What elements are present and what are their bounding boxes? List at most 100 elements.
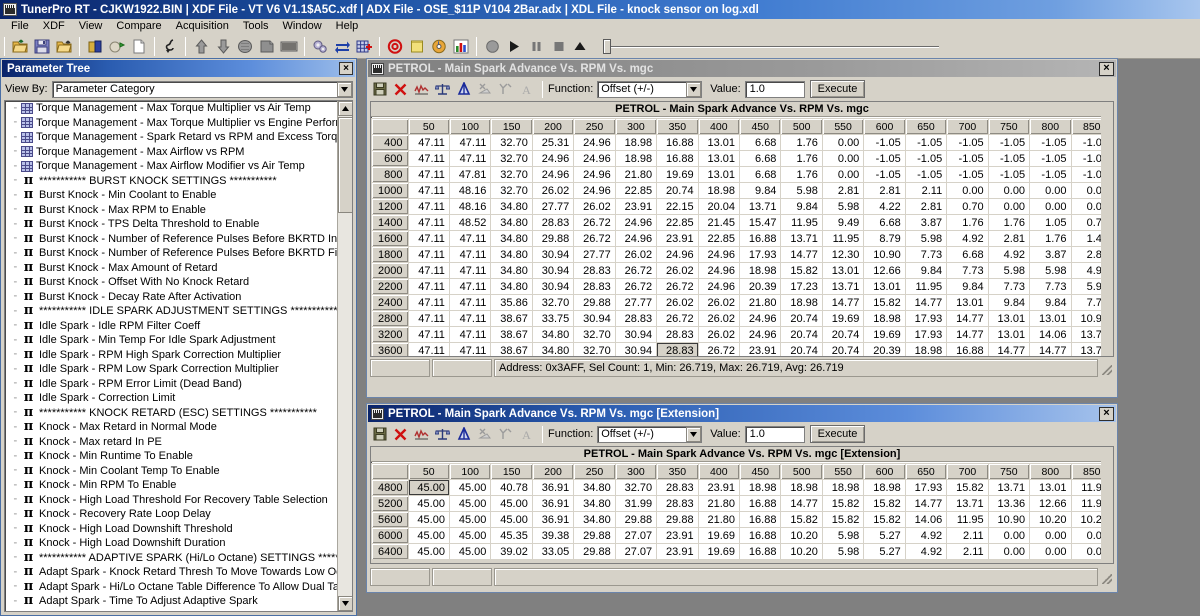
table-cell[interactable]: 11.95 — [947, 512, 988, 527]
table-cell[interactable]: 4.22 — [864, 199, 905, 214]
save-as-icon[interactable] — [53, 36, 75, 57]
table-cell[interactable]: 21.80 — [615, 167, 657, 182]
table-cell[interactable]: 47.11 — [408, 295, 449, 310]
row-header[interactable]: 1600 — [372, 231, 408, 246]
table-cell[interactable]: 2.81 — [988, 231, 1030, 246]
table-cell[interactable]: 24.96 — [698, 263, 739, 278]
table-cell[interactable]: 47.11 — [408, 215, 449, 230]
tree-item[interactable]: ╶ Torque Management - Spark Retard vs RPM… — [5, 130, 337, 145]
table-cell[interactable]: 0.00 — [988, 528, 1030, 543]
table-cell[interactable]: -1.05 — [905, 151, 947, 166]
slider-thumb[interactable] — [603, 39, 611, 54]
table-cell[interactable]: 9.84 — [740, 183, 781, 198]
table-cell[interactable]: 10.20 — [781, 528, 822, 543]
table-cell[interactable]: 4.92 — [905, 544, 947, 559]
table-row[interactable]: 2800 47.11 47.11 38.67 33.75 30.94 28.83 26.72 2… — [372, 311, 1112, 326]
graph-icon[interactable] — [411, 424, 432, 444]
table-cell[interactable]: 4.92 — [988, 247, 1030, 262]
table-cell[interactable]: 14.77 — [947, 327, 988, 342]
table-cell[interactable]: 13.01 — [698, 151, 739, 166]
table-cell[interactable]: -1.05 — [947, 151, 988, 166]
table-cell[interactable]: -1.05 — [988, 135, 1030, 150]
table-cell[interactable]: 7.73 — [1030, 279, 1071, 294]
table-cell[interactable]: 45.00 — [408, 512, 449, 527]
table-cell[interactable]: 9.84 — [781, 199, 822, 214]
table-cell[interactable]: 45.00 — [408, 496, 449, 511]
table-cell[interactable]: 19.69 — [822, 311, 864, 326]
table-cell[interactable]: 6.68 — [740, 151, 781, 166]
menu-item-help[interactable]: Help — [329, 19, 366, 34]
table-cell[interactable]: 16.88 — [740, 496, 781, 511]
table-cell[interactable]: 26.72 — [657, 279, 698, 294]
compare-icon[interactable] — [453, 79, 474, 99]
table-cell[interactable]: 47.11 — [408, 343, 449, 356]
column-header[interactable]: 550 — [822, 119, 864, 134]
column-header[interactable]: 400 — [698, 464, 739, 479]
table-row[interactable]: 5200 45.00 45.00 45.00 36.91 34.80 31.99 28.83 2… — [372, 496, 1112, 511]
table-cell[interactable]: 34.80 — [491, 231, 532, 246]
table-cell[interactable]: 15.82 — [822, 512, 864, 527]
table-cell[interactable]: 32.70 — [574, 343, 615, 356]
tree-item[interactable]: ╶ π Knock - Max retard In PE — [5, 435, 337, 450]
table-cell[interactable]: 47.11 — [408, 231, 449, 246]
table-cell[interactable]: 45.00 — [408, 480, 449, 495]
table-cell[interactable]: 24.96 — [532, 167, 574, 182]
table-cell[interactable]: 47.11 — [408, 199, 449, 214]
table-cell[interactable]: 21.80 — [698, 512, 739, 527]
table-cell[interactable]: 9.84 — [905, 263, 947, 278]
table-row[interactable]: 1600 47.11 47.11 34.80 29.88 26.72 24.96 23.91 2… — [372, 231, 1112, 246]
table-cell[interactable]: 47.11 — [408, 263, 449, 278]
table-cell[interactable]: 22.85 — [657, 215, 698, 230]
table-cell[interactable]: 26.72 — [615, 263, 657, 278]
table-cell[interactable]: 45.35 — [491, 528, 532, 543]
table-cell[interactable]: 48.52 — [449, 215, 491, 230]
tree-item[interactable]: ╶ Torque Management - Max Airflow vs RPM — [5, 145, 337, 160]
data-table[interactable]: 50 100 150 200 250 300 350 400 450 500 550 600 650 70… — [371, 463, 1113, 560]
table-cell[interactable]: 47.11 — [449, 311, 491, 326]
row-header[interactable]: 800 — [372, 167, 408, 182]
table-cell[interactable]: 5.27 — [864, 528, 905, 543]
table-cell[interactable]: 0.00 — [1030, 528, 1071, 543]
table-cell[interactable]: 1.76 — [988, 215, 1030, 230]
tree-item[interactable]: ╶ π Idle Spark - Correction Limit — [5, 391, 337, 406]
playback-slider[interactable] — [599, 37, 944, 55]
table-cell[interactable]: 23.91 — [615, 199, 657, 214]
table-grid-red-icon[interactable] — [353, 36, 375, 57]
table-cell[interactable]: 47.11 — [449, 231, 491, 246]
table-cell[interactable]: -1.05 — [1030, 151, 1071, 166]
table-cell[interactable]: 15.82 — [822, 496, 864, 511]
function-select[interactable]: Offset (+/-) — [597, 425, 703, 443]
table-cell[interactable]: 21.80 — [740, 295, 781, 310]
table-cell[interactable]: 15.82 — [781, 263, 822, 278]
table-cell[interactable]: 28.83 — [574, 279, 615, 294]
table-cell[interactable]: 27.77 — [615, 295, 657, 310]
table-cell[interactable]: 14.06 — [905, 512, 947, 527]
table-cell[interactable]: 24.96 — [698, 247, 739, 262]
table-row[interactable]: 5600 45.00 45.00 45.00 36.91 34.80 29.88 29.88 2… — [372, 512, 1112, 527]
table-ext-grid[interactable]: 50 100 150 200 250 300 350 400 450 500 550 600 650 70… — [371, 463, 1113, 563]
new-document-icon[interactable] — [128, 36, 150, 57]
table-cell[interactable]: 26.02 — [574, 199, 615, 214]
column-header[interactable]: 700 — [947, 464, 988, 479]
table-cell[interactable]: 2.81 — [822, 183, 864, 198]
table-cell[interactable]: 12.66 — [864, 263, 905, 278]
row-header[interactable]: 1200 — [372, 199, 408, 214]
row-header[interactable]: 3200 — [372, 327, 408, 342]
scroll-down-button[interactable] — [338, 596, 352, 611]
table-cell[interactable]: 29.88 — [615, 512, 657, 527]
menu-item-compare[interactable]: Compare — [109, 19, 168, 34]
table-cell[interactable]: -1.05 — [864, 135, 905, 150]
view-by-select[interactable]: Parameter Category — [51, 80, 353, 98]
table-cell[interactable]: 5.98 — [822, 544, 864, 559]
table-cell[interactable]: 17.93 — [905, 480, 947, 495]
tree-item[interactable]: ╶ π Burst Knock - Decay Rate After Activat… — [5, 290, 337, 305]
table-cell[interactable]: 1.76 — [781, 167, 822, 182]
row-header[interactable]: 2200 — [372, 279, 408, 294]
tree-item[interactable]: ╶ Torque Management - Max Torque Multipli… — [5, 101, 337, 116]
close-table-icon[interactable] — [390, 424, 411, 444]
column-header[interactable]: 250 — [574, 464, 615, 479]
table-cell[interactable]: 27.07 — [615, 544, 657, 559]
table-cell[interactable]: 15.82 — [864, 496, 905, 511]
table-cell[interactable]: 36.91 — [532, 512, 574, 527]
table-cell[interactable]: 38.67 — [491, 327, 532, 342]
